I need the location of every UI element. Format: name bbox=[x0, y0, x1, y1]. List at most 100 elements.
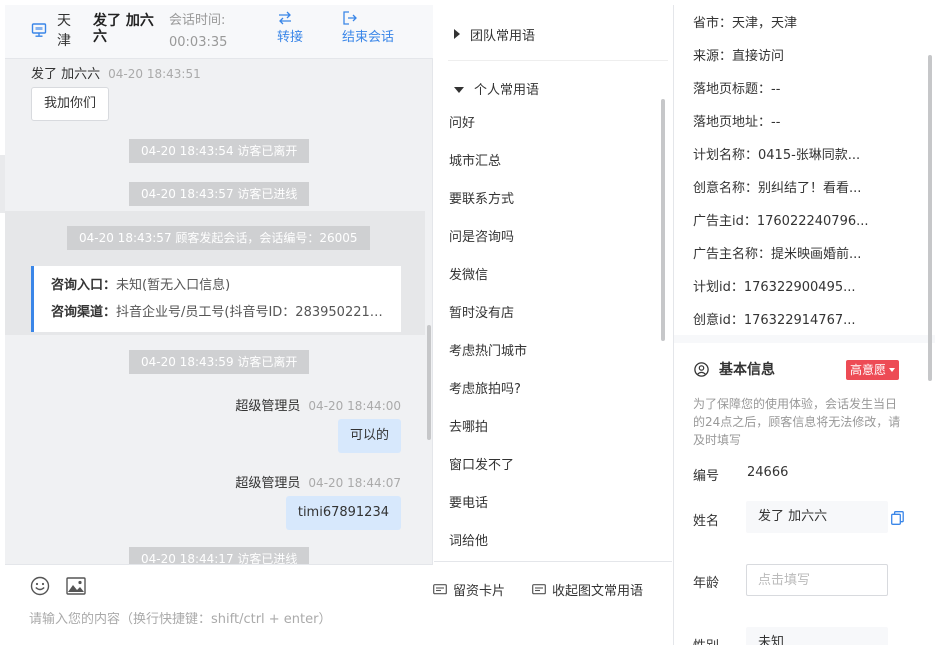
customer-info-panel: 省市：天津，天津 来源：直接访问 落地页标题：-- 落地页地址：-- 计划名称：… bbox=[673, 5, 935, 645]
monitor-icon bbox=[31, 23, 47, 37]
transfer-button[interactable]: 转接 bbox=[277, 9, 303, 47]
card-icon bbox=[433, 584, 447, 595]
phrase-item[interactable]: 要联系方式 bbox=[449, 181, 649, 219]
phrase-item[interactable]: 考虑热门城市 bbox=[449, 333, 649, 371]
phrase-item[interactable]: 窗口发不了 bbox=[449, 447, 649, 485]
customer-id-value: 24666 bbox=[747, 465, 789, 480]
customer-id-label: 编号 bbox=[693, 469, 720, 484]
phrase-group-label: 个人常用语 bbox=[474, 83, 540, 98]
message-sender: 超级管理员 bbox=[235, 476, 301, 491]
basic-info-title: 基本信息 bbox=[719, 362, 775, 378]
session-time: 00:03:35 bbox=[169, 35, 228, 50]
name-label: 姓名 bbox=[693, 514, 720, 529]
chat-panel: 天津 发了 加六六 会话时间: 00:03:35 转接 结束会话 发了 加六六 0… bbox=[5, 5, 643, 645]
chat-header: 天津 发了 加六六 会话时间: 00:03:35 转接 结束会话 bbox=[5, 5, 433, 59]
message-sender: 超级管理员 bbox=[235, 399, 301, 414]
system-notice: 04-20 18:43:57 访客已进线 bbox=[129, 182, 310, 206]
phrase-item[interactable]: 问好 bbox=[449, 105, 649, 143]
info-landing-url: 落地页地址：-- bbox=[693, 115, 781, 130]
image-icon[interactable] bbox=[66, 577, 86, 595]
name-field[interactable]: 发了 加六六 bbox=[746, 501, 888, 533]
phrase-item[interactable]: 词给他 bbox=[449, 523, 649, 561]
visitor-city: 天津 bbox=[57, 13, 71, 49]
divider bbox=[448, 60, 668, 61]
phrase-group-label: 团队常用语 bbox=[470, 29, 536, 44]
message-sender-line: 超级管理员 04-20 18:44:07 bbox=[235, 472, 401, 491]
info-advertiser-name: 广告主名称：提米映画婚前... bbox=[693, 247, 862, 262]
consult-entry-value: 未知(暂无入口信息) bbox=[116, 278, 231, 293]
phrase-item[interactable]: 发微信 bbox=[449, 257, 649, 295]
phrase-item[interactable]: 城市汇总 bbox=[449, 143, 649, 181]
phrase-item[interactable]: 去哪拍 bbox=[449, 409, 649, 447]
agent-message-bubble: 可以的 bbox=[337, 419, 401, 453]
exit-icon bbox=[343, 11, 357, 25]
lead-card-label: 留资卡片 bbox=[453, 584, 506, 599]
consult-entry-card: 咨询入口：未知(暂无入口信息) 咨询渠道：抖音企业号/员工号(抖音号ID：283… bbox=[31, 266, 401, 332]
consult-entry-label: 咨询入口： bbox=[51, 278, 117, 293]
consult-channel-label: 咨询渠道： bbox=[51, 305, 117, 320]
transfer-icon bbox=[279, 11, 291, 25]
caret-down-icon bbox=[454, 87, 464, 93]
age-field[interactable] bbox=[746, 564, 888, 596]
user-circle-icon bbox=[694, 362, 709, 377]
transfer-label: 转接 bbox=[277, 30, 304, 45]
intent-badge[interactable]: 高意愿 bbox=[846, 360, 900, 380]
info-plan-id: 计划id：176322900495... bbox=[693, 280, 856, 295]
edit-notice: 为了保障您的使用体验，会话发生当日的24点之后，顾客信息将无法修改，请及时填写 bbox=[693, 397, 901, 447]
end-session-label: 结束会话 bbox=[342, 30, 395, 45]
consult-channel-value: 抖音企业号/员工号(抖音号ID：283950221… bbox=[116, 305, 383, 320]
caret-down-icon bbox=[889, 368, 896, 372]
end-session-button[interactable]: 结束会话 bbox=[342, 9, 394, 47]
collapse-phrases-button[interactable]: 收起图文常用语 bbox=[532, 580, 643, 599]
info-advertiser-id: 广告主id：176022240796... bbox=[693, 214, 869, 229]
message-icon bbox=[532, 584, 546, 595]
consult-entry-row: 咨询入口：未知(暂无入口信息) bbox=[51, 272, 396, 299]
phrase-item[interactable]: 要电话 bbox=[449, 485, 649, 523]
message-sender-line: 超级管理员 04-20 18:44:00 bbox=[235, 395, 401, 414]
phrases-scrollbar[interactable] bbox=[661, 99, 665, 341]
caret-right-icon bbox=[454, 29, 460, 39]
phrase-item[interactable]: 问是咨询吗 bbox=[449, 219, 649, 257]
message-list[interactable]: 发了 加六六 04-20 18:43:51 我加你们 04-20 18:43:54… bbox=[5, 59, 433, 564]
chat-input[interactable] bbox=[29, 612, 419, 627]
system-notice: 04-20 18:44:17 访客已进线 bbox=[129, 547, 310, 564]
input-area: 留资卡片 收起图文常用语 bbox=[5, 564, 643, 645]
info-scrollbar[interactable] bbox=[928, 55, 932, 381]
chat-scrollbar[interactable] bbox=[427, 325, 431, 440]
collapse-phrases-label: 收起图文常用语 bbox=[552, 584, 644, 599]
phrase-item[interactable]: 考虑旅拍吗? bbox=[449, 371, 649, 409]
agent-message-bubble: timi67891234 bbox=[285, 496, 401, 530]
session-time-label: 会话时间: bbox=[169, 13, 226, 28]
message-timestamp: 04-20 18:44:00 bbox=[308, 399, 401, 413]
message-sender: 发了 加六六 bbox=[31, 67, 101, 82]
message-sender-line: 发了 加六六 04-20 18:43:51 bbox=[31, 63, 201, 82]
consult-channel-row: 咨询渠道：抖音企业号/员工号(抖音号ID：283950221… bbox=[51, 299, 396, 326]
system-notice: 04-20 18:43:54 访客已离开 bbox=[129, 139, 310, 163]
phrases-panel: 团队常用语 个人常用语 问好 城市汇总 要联系方式 问是咨询吗 发微信 暂时没有… bbox=[434, 5, 672, 561]
visitor-name: 发了 加六六 bbox=[93, 13, 154, 45]
lead-card-button[interactable]: 留资卡片 bbox=[433, 580, 505, 599]
copy-icon[interactable] bbox=[891, 511, 904, 525]
phrase-group-personal[interactable]: 个人常用语 bbox=[454, 79, 539, 98]
system-notice: 04-20 18:43:59 访客已离开 bbox=[129, 350, 310, 374]
visitor-message-bubble: 我加你们 bbox=[31, 87, 110, 121]
intent-label: 高意愿 bbox=[850, 363, 887, 377]
message-timestamp: 04-20 18:44:07 bbox=[308, 476, 401, 490]
divider bbox=[434, 561, 672, 562]
info-creative-id: 创意id：176322914767... bbox=[693, 313, 856, 328]
gender-label: 性别 bbox=[693, 635, 719, 645]
info-creative-name: 创意名称：别纠结了！看看... bbox=[693, 181, 862, 196]
phrase-item[interactable]: 暂时没有店 bbox=[449, 295, 649, 333]
section-separator bbox=[674, 335, 935, 343]
info-source: 来源：直接访问 bbox=[693, 49, 785, 64]
emoji-icon[interactable] bbox=[30, 576, 50, 596]
info-province: 省市：天津，天津 bbox=[693, 16, 798, 31]
info-landing-title: 落地页标题：-- bbox=[693, 82, 781, 97]
system-notice: 04-20 18:43:57 顾客发起会话，会话编号：26005 bbox=[67, 226, 370, 250]
info-plan-name: 计划名称：0415-张琳同款... bbox=[693, 148, 861, 163]
phrase-group-team[interactable]: 团队常用语 bbox=[454, 25, 535, 44]
message-timestamp: 04-20 18:43:51 bbox=[108, 67, 201, 81]
gender-field[interactable]: 未知 bbox=[746, 627, 888, 645]
phrase-list: 问好 城市汇总 要联系方式 问是咨询吗 发微信 暂时没有店 考虑热门城市 考虑旅… bbox=[449, 105, 649, 561]
age-label: 年龄 bbox=[693, 576, 720, 591]
